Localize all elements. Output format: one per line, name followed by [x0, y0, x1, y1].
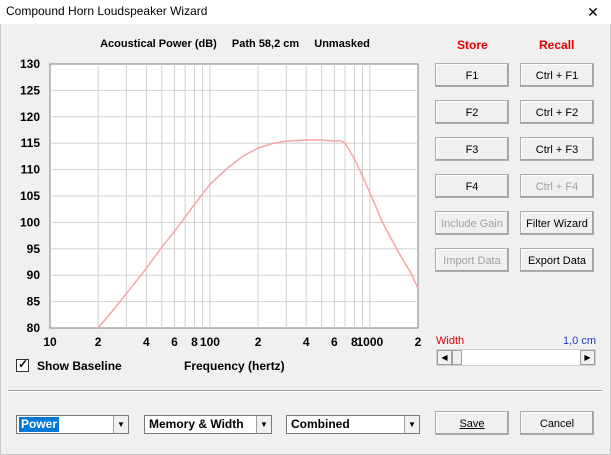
check-icon: ✓ [18, 357, 29, 372]
recall-ctrl-f3-button[interactable]: Ctrl + F3 [520, 137, 594, 161]
slider-thumb[interactable] [452, 350, 462, 365]
chart-quantity: Acoustical Power (dB) [100, 38, 217, 50]
recall-ctrl-f4-button[interactable]: Ctrl + F4 [520, 174, 594, 198]
x-tick-label: 8 [191, 335, 198, 349]
x-axis-ticks: 10 2 4 6 8 100 2 4 6 81000 2 [43, 335, 421, 349]
recall-ctrl-f2-button[interactable]: Ctrl + F2 [520, 100, 594, 124]
y-tick-label: 90 [27, 268, 41, 282]
store-f2-button[interactable]: F2 [435, 100, 509, 124]
width-label: Width [436, 335, 465, 347]
y-tick-label: 95 [27, 242, 41, 256]
title-bar: Compound Horn Loudspeaker Wizard ✕ [0, 0, 611, 24]
x-tick-label: 2 [415, 335, 422, 349]
separator [8, 390, 602, 392]
y-tick-label: 100 [20, 215, 40, 229]
y-tick-label: 115 [21, 136, 41, 150]
mode-select[interactable]: Combined ▼ [286, 415, 420, 434]
store-header: Store [457, 38, 488, 52]
memory-select[interactable]: Memory & Width ▼ [144, 415, 272, 434]
cancel-button[interactable]: Cancel [520, 411, 594, 435]
x-tick-label: 2 [95, 335, 102, 349]
store-f4-button[interactable]: F4 [435, 174, 509, 198]
show-baseline-row[interactable]: ✓ Show Baseline [16, 357, 122, 373]
recall-ctrl-f1-button[interactable]: Ctrl + F1 [520, 63, 594, 87]
x-tick-label: 6 [331, 335, 338, 349]
y-tick-label: 80 [27, 321, 41, 335]
save-label: Save [459, 418, 485, 430]
y-tick-label: 105 [20, 189, 40, 203]
display-select[interactable]: Power ▼ [16, 415, 129, 434]
show-baseline-label: Show Baseline [37, 359, 122, 373]
x-tick-label: 4 [143, 335, 150, 349]
y-tick-label: 130 [20, 57, 40, 71]
x-tick-label: 6 [171, 335, 178, 349]
export-data-button[interactable]: Export Data [520, 248, 594, 272]
x-axis-label: Frequency (hertz) [184, 359, 285, 373]
y-tick-label: 110 [21, 163, 41, 177]
x-tick-label: 100 [200, 335, 220, 349]
y-tick-label: 85 [27, 295, 41, 309]
x-tick-label: 2 [255, 335, 262, 349]
chevron-down-icon[interactable]: ▼ [113, 416, 128, 433]
chevron-down-icon[interactable]: ▼ [404, 416, 419, 433]
include-gain-button[interactable]: Include Gain [435, 211, 509, 235]
save-button[interactable]: Save [435, 411, 509, 435]
store-f3-button[interactable]: F3 [435, 137, 509, 161]
y-tick-label: 125 [20, 83, 40, 97]
chart-mask: Unmasked [314, 38, 370, 50]
power-chart: 13012512011511010510095908580 10 2 4 6 8 100 2… [20, 57, 422, 349]
filter-wizard-button[interactable]: Filter Wizard [520, 211, 594, 235]
y-axis-ticks: 130 125 120 115 110 105 100 95 90 85 80 [20, 57, 40, 335]
close-icon[interactable]: ✕ [578, 1, 608, 23]
chart-heading: Acoustical Power (dB) Path 58,2 cm Unmas… [50, 38, 420, 50]
y-tick-label: 120 [20, 110, 40, 124]
mode-select-value: Combined [291, 417, 350, 431]
scroll-left-icon[interactable]: ◀ [437, 350, 452, 365]
recall-header: Recall [539, 38, 575, 52]
chart-path: Path 58,2 cm [231, 38, 300, 50]
display-select-value: Power [19, 417, 60, 432]
chevron-down-icon[interactable]: ▼ [256, 416, 271, 433]
memory-select-value: Memory & Width [149, 417, 244, 431]
width-value: 1,0 cm [563, 335, 597, 347]
import-data-button[interactable]: Import Data [435, 248, 509, 272]
window-title: Compound Horn Loudspeaker Wizard [6, 4, 208, 18]
width-slider[interactable]: ◀ ▶ [436, 349, 596, 366]
x-tick-label: 1000 [357, 335, 384, 349]
store-f1-button[interactable]: F1 [435, 63, 509, 87]
x-tick-label: 4 [303, 335, 310, 349]
x-tick-label: 10 [43, 335, 57, 349]
scroll-right-icon[interactable]: ▶ [580, 350, 595, 365]
show-baseline-checkbox[interactable]: ✓ [16, 357, 29, 373]
